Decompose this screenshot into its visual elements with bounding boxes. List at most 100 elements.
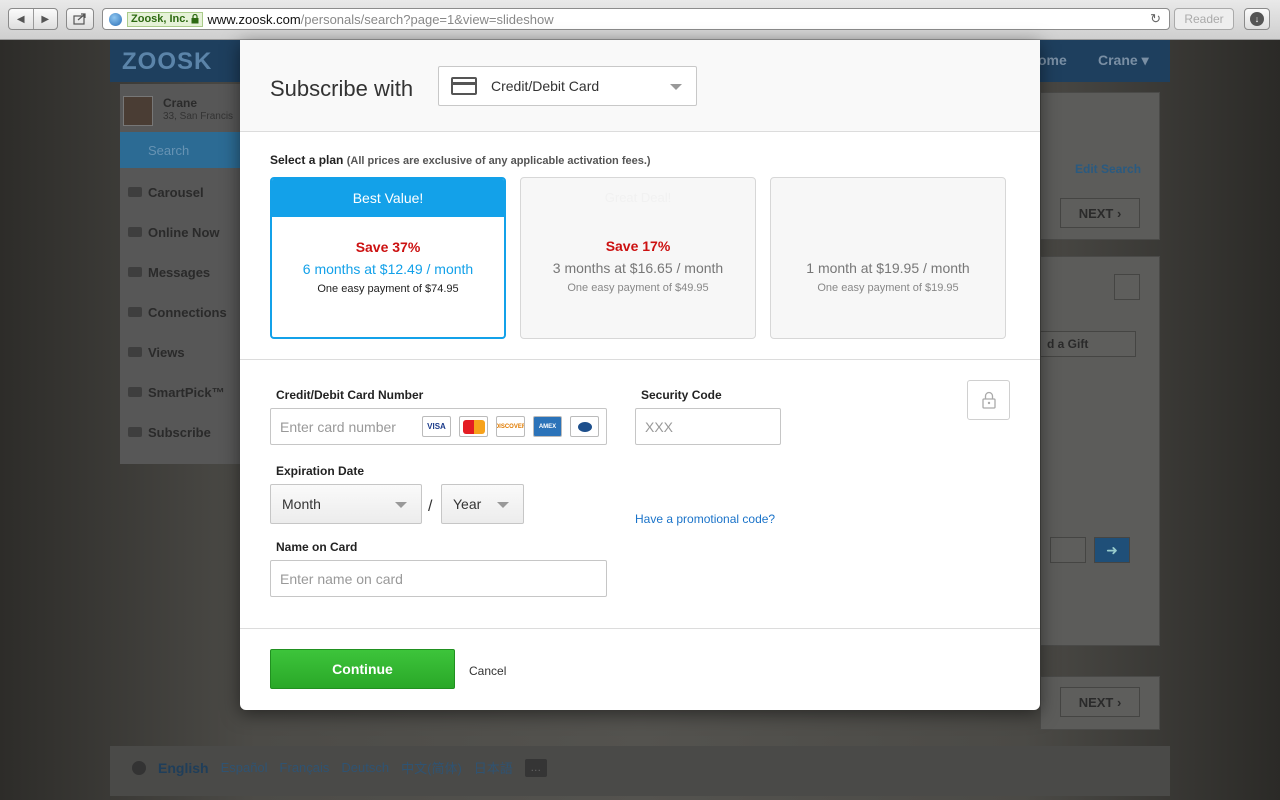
- promo-code-link[interactable]: Have a promotional code?: [635, 512, 775, 526]
- browser-toolbar: ◀ ▶ Zoosk, Inc. www.zoosk.com /personals…: [0, 0, 1280, 40]
- reload-icon[interactable]: ↻: [1150, 11, 1161, 27]
- security-code-input[interactable]: [636, 409, 780, 444]
- back-button[interactable]: ◀: [9, 9, 34, 29]
- sidebar-item-messages[interactable]: Messages: [120, 252, 242, 292]
- language-spanish[interactable]: Español: [221, 760, 268, 775]
- expiration-month-select[interactable]: Month: [270, 484, 422, 524]
- profile-location: 33, San Francis: [163, 111, 234, 122]
- language-french[interactable]: Français: [280, 760, 330, 775]
- profile-summary[interactable]: Crane 33, San Francis: [123, 96, 243, 128]
- sidebar-item-connections[interactable]: Connections: [120, 292, 242, 332]
- section-divider: [240, 359, 1040, 360]
- globe-icon: [132, 760, 146, 775]
- expiration-year-select[interactable]: Year: [441, 484, 524, 524]
- profile-panel: [1040, 256, 1160, 646]
- plan-price: 1 month at $19.95 / month: [806, 260, 970, 276]
- more-languages-button[interactable]: …: [524, 758, 547, 777]
- sidebar-item-carousel[interactable]: Carousel: [120, 172, 242, 212]
- url-host: www.zoosk.com: [207, 11, 301, 27]
- sidebar-item-label: Carousel: [148, 184, 204, 200]
- sidebar-item-label: Search: [148, 142, 190, 158]
- sidebar-item-smartpick[interactable]: SmartPick™: [120, 372, 242, 412]
- expiration-label: Expiration Date: [276, 464, 365, 478]
- language-english[interactable]: English: [158, 760, 209, 776]
- cancel-link[interactable]: Cancel: [469, 664, 506, 678]
- sidebar-item-views[interactable]: Views: [120, 332, 242, 372]
- plan-option-3-months[interactable]: Great Deal! Save 17% 3 months at $16.65 …: [520, 177, 756, 339]
- sidebar-item-label: SmartPick™: [148, 384, 225, 400]
- sidebar-item-label: Connections: [148, 304, 227, 320]
- next-button-bottom[interactable]: NEXT ›: [1060, 687, 1140, 717]
- name-on-card-input[interactable]: [271, 561, 606, 596]
- sidebar-item-label: Messages: [148, 264, 211, 280]
- plan-payment: One easy payment of $19.95: [817, 282, 959, 294]
- next-button-top[interactable]: NEXT ›: [1060, 198, 1140, 228]
- site-identity-text: Zoosk, Inc.: [131, 13, 189, 25]
- chevron-down-icon: [497, 502, 509, 508]
- plan-note: (All prices are exclusive of any applica…: [346, 155, 651, 167]
- gift-action-button[interactable]: [1050, 537, 1086, 563]
- globe-icon: [109, 12, 122, 26]
- modal-header: Subscribe with Credit/Debit Card: [240, 40, 1040, 132]
- security-code-field: [635, 408, 781, 445]
- people-icon: [128, 307, 142, 317]
- user-menu[interactable]: Crane ▾: [1098, 52, 1149, 69]
- plan-payment: One easy payment of $74.95: [317, 283, 459, 295]
- send-gift-button[interactable]: d a Gift: [1040, 331, 1136, 357]
- accepted-cards: VISA DISCOVER AMEX: [422, 416, 599, 437]
- plan-banner: Great Deal!: [604, 189, 672, 205]
- plan-option-1-month[interactable]: 1 month at $19.95 / month One easy payme…: [770, 177, 1006, 339]
- secure-lock-button[interactable]: [967, 380, 1010, 420]
- payment-method-select[interactable]: Credit/Debit Card: [438, 66, 697, 106]
- continue-button[interactable]: Continue: [270, 649, 455, 689]
- envelope-icon: [128, 267, 142, 277]
- plan-savings: Save 37%: [355, 239, 421, 255]
- download-icon: ↓: [1250, 12, 1264, 26]
- site-identity-badge[interactable]: Zoosk, Inc.: [127, 11, 204, 27]
- sidebar-item-label: Online Now: [148, 224, 220, 240]
- eye-icon: [128, 347, 142, 357]
- collapse-button[interactable]: [1114, 274, 1140, 300]
- visa-icon: VISA: [422, 416, 451, 437]
- reader-button[interactable]: Reader: [1174, 8, 1234, 30]
- plan-price: 6 months at $12.49 / month: [302, 261, 474, 277]
- share-button[interactable]: [66, 8, 94, 30]
- share-icon: [73, 13, 86, 25]
- sidebar-item-subscribe[interactable]: Subscribe: [120, 412, 242, 452]
- forward-button[interactable]: ▶: [34, 9, 58, 29]
- plan-savings: [771, 238, 1005, 256]
- chevron-down-icon: [395, 502, 407, 508]
- plan-label-text: Select a plan: [270, 153, 344, 167]
- plan-option-6-months[interactable]: Best Value! Save 37% 6 months at $12.49 …: [270, 177, 506, 339]
- plan-banner: Best Value!: [272, 179, 504, 217]
- padlock-icon: [128, 427, 142, 437]
- language-japanese[interactable]: 日本語: [474, 758, 513, 777]
- language-german[interactable]: Deutsch: [341, 760, 389, 775]
- payment-method-value: Credit/Debit Card: [491, 78, 600, 94]
- sidebar-item-search[interactable]: Search: [120, 132, 242, 168]
- discover-icon: DISCOVER: [496, 416, 525, 437]
- language-chinese[interactable]: 中文(简体): [401, 758, 462, 777]
- next-label: NEXT: [1078, 694, 1114, 710]
- sidebar-list: Carousel Online Now Messages Connections…: [120, 172, 242, 452]
- address-bar[interactable]: Zoosk, Inc. www.zoosk.com /personals/sea…: [102, 8, 1170, 30]
- security-code-label: Security Code: [641, 388, 722, 402]
- avatar: [123, 96, 153, 126]
- site-sidebar: Crane 33, San Francis Search Carousel On…: [120, 84, 242, 464]
- sidebar-item-online-now[interactable]: Online Now: [120, 212, 242, 252]
- edit-search-link[interactable]: Edit Search: [1075, 162, 1141, 176]
- url-path: /personals/search?page=1&view=slideshow: [300, 11, 554, 27]
- date-separator: /: [428, 498, 433, 515]
- chevron-down-icon: [670, 84, 682, 90]
- name-on-card-label: Name on Card: [276, 540, 358, 554]
- home-link[interactable]: ome: [1038, 52, 1067, 68]
- profile-name: Crane: [163, 96, 198, 110]
- forward-action-button[interactable]: ➜: [1094, 537, 1130, 563]
- plan-price: 3 months at $16.65 / month: [552, 260, 724, 276]
- plan-section-label: Select a plan (All prices are exclusive …: [270, 153, 651, 167]
- lock-icon: [191, 14, 199, 24]
- lock-icon: [981, 391, 996, 409]
- plan-payment: One easy payment of $49.95: [567, 282, 709, 294]
- downloads-button[interactable]: ↓: [1244, 8, 1270, 30]
- sidebar-item-label: Subscribe: [148, 424, 211, 440]
